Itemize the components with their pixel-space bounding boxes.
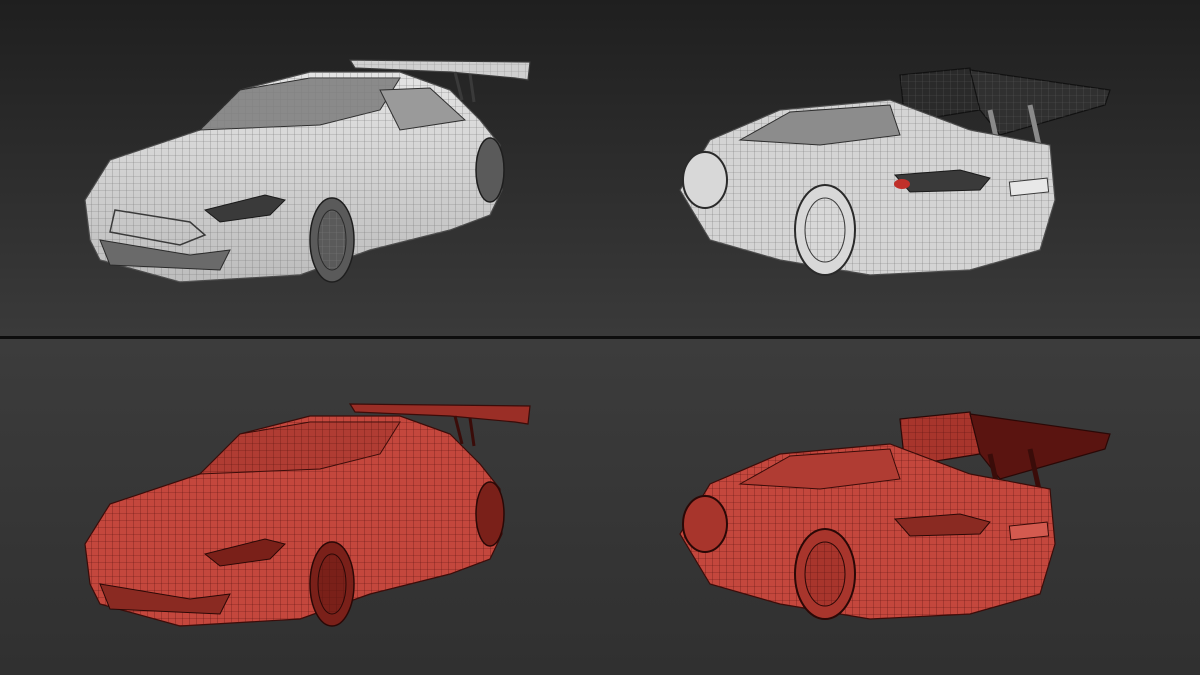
car-rear-clay-image <box>679 67 1111 276</box>
car-front-red-image <box>84 403 531 627</box>
render-sheet <box>0 0 1200 675</box>
car-front-clay-image <box>84 59 531 283</box>
car-rear-red-image <box>679 411 1111 620</box>
red-rear-view <box>670 404 1130 634</box>
clay-rear-view <box>670 60 1130 290</box>
red-front-view <box>70 394 550 634</box>
clay-front-view <box>70 50 550 290</box>
clay-render-panel <box>0 0 1200 336</box>
red-wireframe-panel <box>0 339 1200 675</box>
